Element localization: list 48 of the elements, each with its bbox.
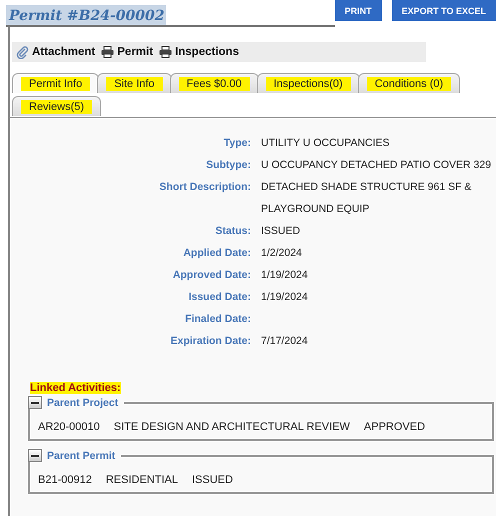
field-label: Approved Date:: [172, 268, 251, 283]
tab[interactable]: Inspections(0): [256, 73, 360, 93]
toolbar-label: Attachment: [32, 46, 96, 58]
toolbar-link[interactable]: Permit: [101, 46, 154, 58]
field-value: 7/17/2024: [261, 334, 309, 349]
permit-title: Permit #B24-00002: [8, 7, 164, 25]
field-label: Type:: [222, 136, 251, 151]
paperclip-icon: [16, 46, 29, 58]
linked-activities-heading: Linked Activities:: [30, 382, 121, 394]
export-button[interactable]: EXPORT TO EXCEL: [392, 0, 496, 21]
activity-field: RESIDENTIAL: [106, 474, 178, 486]
activity-field: APPROVED: [364, 421, 426, 433]
field-value: 1/19/2024: [261, 290, 309, 305]
collapse-toggle[interactable]: [28, 449, 42, 462]
field-label: Finaled Date:: [184, 312, 251, 327]
toolbar-label: Permit: [117, 46, 154, 58]
minus-icon: [31, 402, 39, 404]
toolbar-label: Inspections: [175, 46, 239, 58]
tab[interactable]: Conditions (0): [358, 73, 460, 93]
printer-icon: [159, 46, 172, 58]
toolbar-link[interactable]: Attachment: [16, 46, 96, 58]
tab[interactable]: Reviews(5): [12, 96, 102, 116]
field-label: Issued Date:: [188, 290, 251, 305]
group-title: Parent Permit: [47, 450, 116, 462]
field-label: Short Description:: [158, 180, 251, 195]
printer-icon: [101, 46, 114, 58]
group-title: Parent Project: [47, 396, 118, 408]
collapse-toggle[interactable]: [28, 396, 42, 409]
tab[interactable]: Permit Info: [12, 73, 100, 93]
tab[interactable]: Fees $0.00: [170, 73, 259, 93]
field-label: Applied Date:: [182, 246, 251, 261]
field-value: 1/2/2024: [261, 246, 303, 261]
field-label: Subtype:: [205, 158, 251, 173]
minus-icon: [31, 454, 39, 456]
activity-field: AR20-00010: [38, 421, 100, 433]
activity-field: SITE DESIGN AND ARCHITECTURAL REVIEW: [114, 421, 350, 433]
field-label: Status:: [214, 224, 251, 239]
tab[interactable]: Site Info: [97, 73, 172, 93]
field-value: ISSUED: [261, 224, 302, 239]
field-label: Expiration Date:: [169, 334, 251, 349]
print-button[interactable]: PRINT: [334, 0, 382, 21]
activity-field: B21-00912: [38, 474, 92, 486]
activity-field: ISSUED: [192, 474, 233, 486]
toolbar-link[interactable]: Inspections: [159, 46, 239, 58]
field-value: U OCCUPANCY DETACHED PATIO COVER 329: [261, 158, 492, 173]
field-value: 1/19/2024: [261, 268, 309, 283]
field-value: DETACHED SHADE STRUCTURE 961 SF & PLAYGROUND EQUIP: [261, 180, 472, 217]
field-value: UTILITY U OCCUPANCIES: [261, 136, 391, 151]
